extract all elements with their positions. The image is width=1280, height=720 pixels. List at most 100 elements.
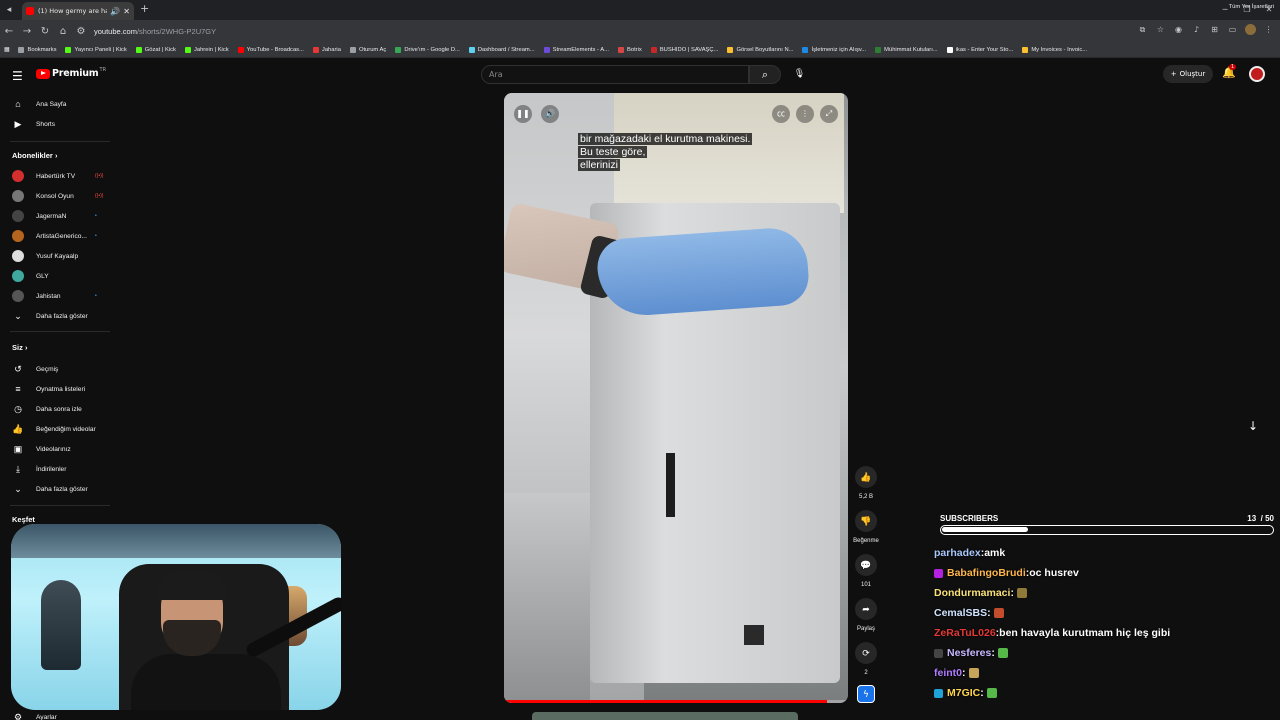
bookmark-item[interactable]: Bookmarks — [18, 46, 56, 53]
notifications-button[interactable]: 🔔 1 — [1222, 64, 1237, 79]
bookmark-item[interactable]: Yayıncı Paneli | Kick — [65, 46, 127, 53]
reload-icon[interactable]: ↻ — [36, 26, 54, 37]
browser-tab[interactable]: (1) How germy are hand ai 🔊 ✕ — [22, 2, 134, 20]
sidebar-channel-item[interactable]: Yusuf Kayaalp — [0, 246, 118, 266]
bookmark-item[interactable]: BUSHIDO | SAVAŞÇ... — [650, 46, 718, 53]
show-more-subscriptions[interactable]: ⌄ Daha fazla göster — [0, 306, 118, 326]
maximize-button[interactable]: ❐ — [1236, 0, 1258, 20]
bookmark-item[interactable]: Mühimmat Kutuları... — [875, 46, 938, 53]
create-button[interactable]: + Oluştur — [1163, 65, 1213, 83]
puzzle-icon[interactable]: ⊞ — [1209, 24, 1220, 35]
you-header[interactable]: Siz › — [12, 343, 27, 352]
bookmark-item[interactable]: Görsel Boyutlarını N... — [727, 46, 793, 53]
sidebar-you-item[interactable]: ◷ Daha sonra izle — [0, 399, 118, 419]
sidebar-section-label: Abonelikler — [12, 151, 53, 160]
sidebar-channel-item[interactable]: Jahistan • — [0, 286, 118, 306]
bookmark-item[interactable]: Jahrein | Kick — [184, 46, 229, 53]
home-icon[interactable]: ⌂ — [54, 26, 72, 37]
create-label: Oluştur — [1179, 70, 1206, 78]
close-tab-icon[interactable]: ✕ — [123, 7, 130, 16]
bookmark-star-icon[interactable]: ☆ — [1155, 24, 1166, 35]
logo-text: Premium — [52, 68, 99, 79]
remix-icon[interactable]: ⟳ — [855, 642, 877, 664]
dislike-action[interactable]: 👎 Beğenme — [851, 510, 881, 544]
audio-icon[interactable]: ♪ — [1191, 24, 1202, 35]
next-short-preview[interactable] — [532, 712, 798, 720]
bookmark-item[interactable]: StreamElements - A... — [543, 46, 609, 53]
new-tab-button[interactable]: + — [140, 2, 149, 15]
sidebar-channel-item[interactable]: GLY — [0, 266, 118, 286]
sidebar-item-home[interactable]: ⌂ Ana Sayfa — [0, 94, 118, 114]
browser-menu-icon[interactable]: ⋮ — [1263, 24, 1274, 35]
comments-icon[interactable]: 💬 — [855, 554, 877, 576]
sidebar-item-shorts[interactable]: ▶ Shorts — [0, 114, 118, 134]
video-progress-fill — [504, 700, 828, 703]
share-icon[interactable]: ➦ — [855, 598, 877, 620]
bookmark-item[interactable]: YouTube - Broadcas... — [237, 46, 304, 53]
sidebar-item-icon — [0, 190, 36, 202]
shorts-video-player[interactable]: ❚❚ 🔊 ㏄ ⋮ ⤢ bir mağazadaki el kurutma mak… — [504, 93, 848, 703]
account-avatar[interactable] — [1249, 66, 1265, 82]
subscriptions-header[interactable]: Abonelikler › — [12, 151, 57, 160]
site-info-icon[interactable]: ⚙ — [72, 26, 90, 37]
bookmark-item[interactable]: Gözat | Kick — [135, 46, 176, 53]
share-action[interactable]: ➦ Paylaş — [851, 598, 881, 632]
video-progress-bar[interactable] — [504, 700, 848, 703]
bookmark-item[interactable]: My Invoices - Invoic... — [1022, 46, 1087, 53]
bookmark-item[interactable]: ikas - Enter Your Sto... — [946, 46, 1013, 53]
url-host: youtube.com — [94, 26, 137, 36]
bookmark-item[interactable]: Jaharia — [312, 46, 341, 53]
sidebar-you-item[interactable]: ⤓ İndirilenler — [0, 459, 118, 479]
captions-button[interactable]: ㏄ — [772, 105, 790, 123]
profile-avatar[interactable] — [1245, 24, 1256, 35]
dislike-icon[interactable]: 👎 — [855, 510, 877, 532]
sidebar-channel-item[interactable]: JagermaN • — [0, 206, 118, 226]
minimize-button[interactable]: ─ — [1214, 0, 1236, 20]
volume-button[interactable]: 🔊 — [541, 105, 559, 123]
search-button[interactable]: ⌕ — [749, 65, 781, 84]
sidebar-channel-item[interactable]: Habertürk TV ((•)) — [0, 166, 118, 186]
sound-thumbnail[interactable]: ϟ — [857, 685, 875, 703]
bookmark-item[interactable]: Oturum Aç — [349, 46, 386, 53]
sidebar-item-icon: ⌄ — [14, 310, 22, 321]
cast-icon[interactable]: ▭ — [1227, 24, 1238, 35]
bookmark-favicon-icon — [946, 46, 953, 53]
sidebar-you-item[interactable]: ↺ Geçmiş — [0, 359, 118, 379]
search-input[interactable]: Ara — [481, 65, 749, 84]
show-more-you[interactable]: ⌄ Daha fazla göster — [0, 479, 118, 499]
install-icon[interactable]: ⧉ — [1137, 24, 1148, 35]
chat-username: Dondurmamaci — [934, 587, 1011, 599]
more-options-button[interactable]: ⋮ — [796, 105, 814, 123]
sidebar-you-item[interactable]: 👍 Beğendiğim videolar — [0, 419, 118, 439]
pause-button[interactable]: ❚❚ — [514, 105, 532, 123]
close-window-button[interactable]: ✕ — [1258, 0, 1280, 20]
bookmark-item[interactable]: Drive'ım - Google D... — [395, 46, 460, 53]
sidebar-you-item[interactable]: ▣ Videolarınız — [0, 439, 118, 459]
sidebar-item-icon — [0, 270, 36, 282]
youtube-premium-logo[interactable]: Premium TR — [36, 67, 106, 79]
like-icon[interactable]: 👍 — [855, 466, 877, 488]
all-bookmarks-link[interactable]: Tüm Yer İşaretleri — [1229, 4, 1274, 10]
bookmark-item[interactable]: İşletmeniz için Alışv... — [802, 46, 866, 53]
bookmark-item[interactable]: Dashboard / Stream... — [468, 46, 535, 53]
url-field[interactable]: youtube.com/shorts/2WHG-P2U7GY — [94, 27, 216, 36]
extension-icon[interactable]: ◉ — [1173, 24, 1184, 35]
explore-header: Keşfet — [12, 515, 35, 524]
bookmark-item[interactable]: Botrix — [617, 46, 642, 53]
forward-icon[interactable]: → — [18, 26, 36, 37]
like-action[interactable]: 👍 5,2 B — [851, 466, 881, 500]
hamburger-menu-icon[interactable]: ☰ — [12, 69, 23, 83]
fullscreen-button[interactable]: ⤢ — [820, 105, 838, 123]
apps-icon[interactable]: ▦ — [4, 47, 9, 53]
sidebar-channel-item[interactable]: Konsol Oyun ((•)) — [0, 186, 118, 206]
voice-search-button[interactable]: 🎙 — [791, 66, 808, 83]
remix-action[interactable]: ⟳ 2 — [851, 642, 881, 676]
sidebar-section-label: Siz — [12, 343, 23, 352]
comments-action[interactable]: 💬 101 — [851, 554, 881, 588]
back-icon[interactable]: ← — [0, 26, 18, 37]
speaker-icon[interactable]: 🔊 — [110, 7, 120, 16]
tab-search-icon[interactable]: ◂ — [0, 0, 18, 20]
sidebar-channel-item[interactable]: ArtistaGenerico... • — [0, 226, 118, 246]
sidebar-you-item[interactable]: ≡ Oynatma listeleri — [0, 379, 118, 399]
next-video-arrow-icon[interactable]: ↓ — [1248, 419, 1258, 433]
